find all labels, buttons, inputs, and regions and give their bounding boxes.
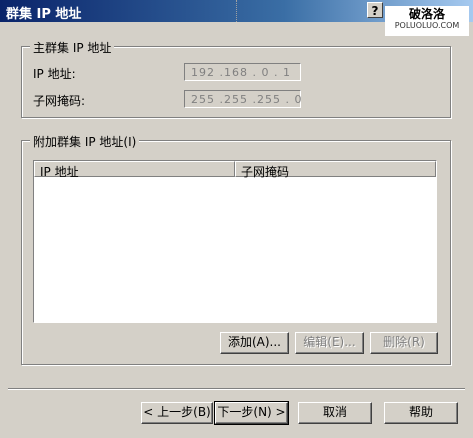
additional-ip-list[interactable]: IP 地址 子网掩码	[33, 160, 437, 323]
add-button[interactable]: 添加(A)...	[220, 332, 289, 354]
window-title: 群集 IP 地址	[6, 7, 82, 22]
delete-button[interactable]: 删除(R)	[370, 332, 438, 354]
list-header: IP 地址 子网掩码	[34, 161, 436, 179]
subnet-mask-label: 子网掩码:	[33, 94, 86, 108]
watermark-main: 破洛洛	[408, 7, 445, 21]
help-button[interactable]: 帮助	[384, 402, 458, 424]
title-divider	[236, 0, 237, 22]
column-ip-address[interactable]: IP 地址	[34, 161, 235, 179]
column-subnet-mask[interactable]: 子网掩码	[235, 161, 436, 179]
edit-button[interactable]: 编辑(E)...	[295, 332, 364, 354]
cancel-button[interactable]: 取消	[298, 402, 372, 424]
subnet-mask-field[interactable]: 255 .255 .255 . 0	[184, 90, 301, 108]
footer-separator	[8, 388, 465, 390]
watermark-logo: 破洛洛 POLUOLUO.COM	[385, 6, 469, 36]
next-button[interactable]: 下一步(N) >	[214, 401, 289, 425]
back-button[interactable]: < 上一步(B)	[141, 402, 213, 424]
additional-ip-legend: 附加群集 IP 地址(I)	[30, 133, 140, 150]
primary-ip-legend: 主群集 IP 地址	[30, 39, 115, 56]
help-icon[interactable]: ?	[367, 2, 383, 18]
ip-address-label: IP 地址:	[33, 67, 76, 81]
watermark-sub: POLUOLUO.COM	[394, 21, 460, 30]
ip-address-field[interactable]: 192 .168 . 0 . 1	[184, 63, 301, 81]
